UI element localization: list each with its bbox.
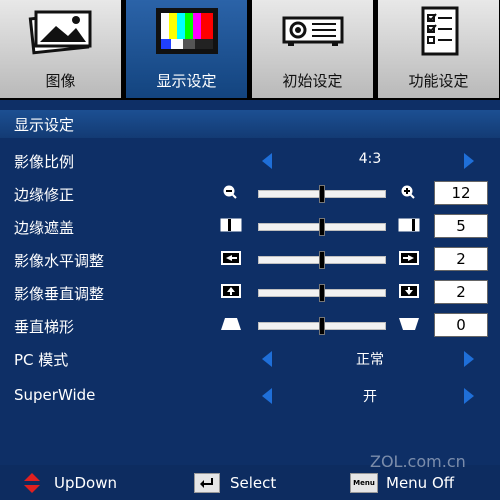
select-value: 开 (363, 389, 377, 405)
watermark: ZOL.com.cn (370, 452, 466, 471)
vertical-shift-slider[interactable] (258, 284, 386, 302)
select-value: 4:3 (358, 151, 382, 167)
checklist-icon (421, 6, 458, 56)
select-label: Select (230, 474, 277, 492)
tab-label: 图像 (45, 72, 76, 90)
row-label: 边缘修正 (14, 186, 75, 204)
row-label: 影像水平调整 (14, 252, 105, 270)
value-box: 0 (434, 313, 488, 337)
vertical-keystone-slider[interactable] (258, 317, 386, 335)
arrow-right-icon[interactable] (464, 388, 474, 404)
row-pc-mode[interactable]: PC 模式 正常 (0, 341, 500, 375)
row-horizontal-shift[interactable]: 影像水平调整 2 (0, 242, 500, 276)
v-shift-up-icon (221, 284, 241, 298)
value-box: 2 (434, 280, 488, 304)
edge-correction-slider[interactable] (258, 185, 386, 203)
edge-mask-slider[interactable] (258, 218, 386, 236)
keystone-bottom-icon (399, 318, 419, 330)
h-shift-left-icon (221, 251, 241, 265)
arrow-right-icon[interactable] (464, 351, 474, 367)
display-settings-panel: 显示设定 影像比例 4:3 边缘修正 12 边缘遮盖 5 影像水平调整 2 影像… (0, 100, 500, 465)
zoom-in-icon (401, 185, 415, 199)
tab-label: 显示设定 (156, 72, 217, 90)
menu-off-label: Menu Off (386, 474, 455, 492)
tab-function-settings[interactable]: 功能设定 (378, 0, 499, 98)
slider-thumb[interactable] (319, 185, 325, 203)
v-shift-down-icon (399, 284, 419, 298)
row-label: SuperWide (14, 386, 96, 404)
tab-initial-settings[interactable]: 初始设定 (252, 0, 373, 98)
tab-label: 初始设定 (282, 72, 343, 90)
menu-tabs: 图像 显示设定 初始设定 功能设定 (0, 0, 500, 100)
updown-icon (24, 473, 40, 493)
row-label: 影像垂直调整 (14, 285, 105, 303)
row-vertical-shift[interactable]: 影像垂直调整 2 (0, 275, 500, 309)
row-edge-mask[interactable]: 边缘遮盖 5 (0, 209, 500, 243)
row-label: 垂直梯形 (14, 318, 75, 336)
menu-key-icon: Menu (350, 473, 378, 493)
arrow-left-icon[interactable] (262, 153, 272, 169)
tab-label: 功能设定 (408, 72, 469, 90)
mask-large-icon (398, 218, 420, 232)
slider-thumb[interactable] (319, 317, 325, 335)
section-header: 显示设定 (0, 110, 500, 138)
color-bars-icon (155, 8, 218, 54)
value-box: 5 (434, 214, 488, 238)
arrow-left-icon[interactable] (262, 351, 272, 367)
row-superwide[interactable]: SuperWide 开 (0, 378, 500, 412)
mask-small-icon (220, 218, 242, 232)
slider-thumb[interactable] (319, 251, 325, 269)
select-value: 正常 (356, 352, 384, 368)
slider-thumb[interactable] (319, 218, 325, 236)
section-title: 显示设定 (14, 116, 75, 134)
enter-key-icon (194, 473, 220, 493)
row-label: PC 模式 (14, 351, 69, 369)
slider-thumb[interactable] (319, 284, 325, 302)
value-box: 2 (434, 247, 488, 271)
tab-display-settings[interactable]: 显示设定 (126, 0, 247, 98)
projector-icon (282, 16, 343, 46)
zoom-out-icon (223, 185, 237, 199)
arrow-right-icon[interactable] (464, 153, 474, 169)
row-label: 影像比例 (14, 153, 75, 171)
row-label: 边缘遮盖 (14, 219, 75, 237)
h-shift-right-icon (399, 251, 419, 265)
keystone-top-icon (221, 318, 241, 330)
arrow-left-icon[interactable] (262, 388, 272, 404)
row-aspect-ratio[interactable]: 影像比例 4:3 (0, 143, 500, 177)
value-box: 12 (434, 181, 488, 205)
row-edge-correction[interactable]: 边缘修正 12 (0, 176, 500, 210)
row-vertical-keystone[interactable]: 垂直梯形 0 (0, 308, 500, 342)
tab-image[interactable]: 图像 (0, 0, 121, 98)
horizontal-shift-slider[interactable] (258, 251, 386, 269)
picture-icon (28, 10, 91, 55)
updown-label: UpDown (54, 474, 118, 492)
